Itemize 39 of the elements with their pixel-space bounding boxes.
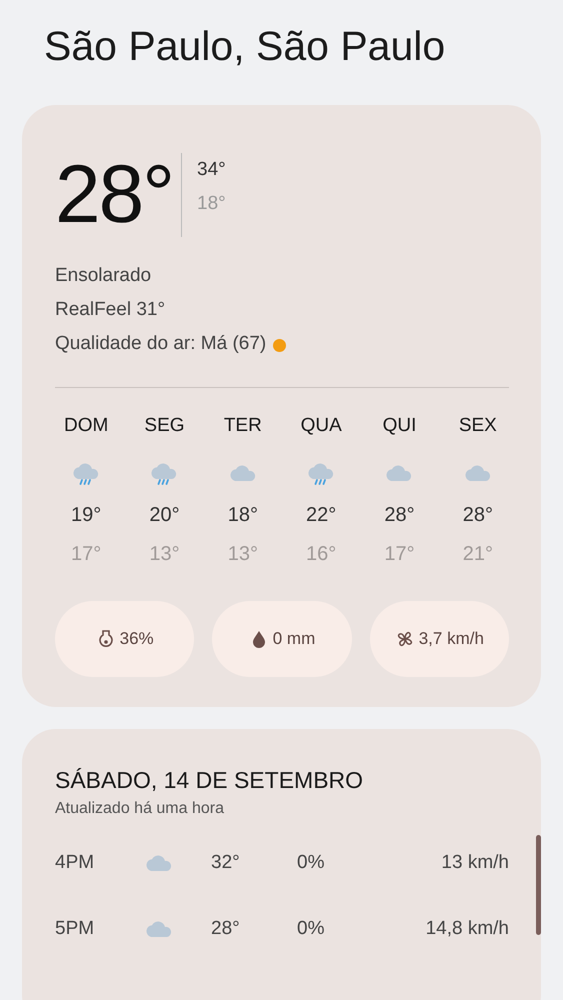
wind-speed: 14,8 km/h bbox=[424, 918, 509, 940]
day-high-temperature: 19° bbox=[71, 504, 102, 527]
date-heading: SÁBADO, 14 DE SETEMBRO bbox=[55, 767, 364, 794]
low-temperature: 18° bbox=[197, 193, 226, 215]
day-label: SEG bbox=[144, 415, 185, 437]
wind-speed: 13 km/h bbox=[440, 852, 509, 874]
high-temperature: 34° bbox=[197, 159, 226, 181]
day-low-temperature: 17° bbox=[384, 543, 415, 566]
updated-text: Atualizado há uma hora bbox=[55, 800, 225, 818]
day-label: SEX bbox=[458, 415, 497, 437]
precipitation-chance: 0% bbox=[297, 852, 326, 874]
day-label: TER bbox=[224, 415, 262, 437]
scrollbar[interactable] bbox=[536, 835, 541, 935]
day-low-temperature: 16° bbox=[306, 543, 336, 566]
day-high-temperature: 28° bbox=[462, 504, 493, 527]
condition-text: Ensolarado bbox=[55, 265, 152, 287]
day-label: DOM bbox=[64, 415, 108, 437]
day-low-temperature: 17° bbox=[71, 543, 102, 566]
stat-chip: 0 mm bbox=[212, 601, 352, 677]
current-temperature: 28° bbox=[55, 153, 182, 237]
location-title: São Paulo, São Paulo bbox=[43, 22, 446, 71]
stat-chip: 3,7 km/h bbox=[370, 601, 509, 677]
day-high-temperature: 18° bbox=[228, 504, 258, 527]
day-low-temperature: 21° bbox=[462, 543, 493, 566]
day-high-temperature: 22° bbox=[306, 504, 336, 527]
day-high-temperature: 20° bbox=[149, 504, 180, 527]
stat-chip: 36% bbox=[55, 601, 194, 677]
realfeel-text: RealFeel 31° bbox=[55, 299, 166, 321]
hour-label: 5PM bbox=[55, 918, 96, 940]
day-label: QUA bbox=[300, 415, 342, 437]
day-high-temperature: 28° bbox=[384, 504, 415, 527]
hour-temperature: 28° bbox=[211, 918, 241, 940]
day-low-temperature: 13° bbox=[228, 543, 258, 566]
precipitation-chance: 0% bbox=[297, 918, 326, 940]
day-label: QUI bbox=[382, 415, 416, 437]
hour-temperature: 32° bbox=[211, 852, 241, 874]
hour-label: 4PM bbox=[55, 852, 96, 874]
day-low-temperature: 13° bbox=[149, 543, 180, 566]
air-quality-text: Qualidade do ar: Má (67) bbox=[55, 333, 266, 355]
